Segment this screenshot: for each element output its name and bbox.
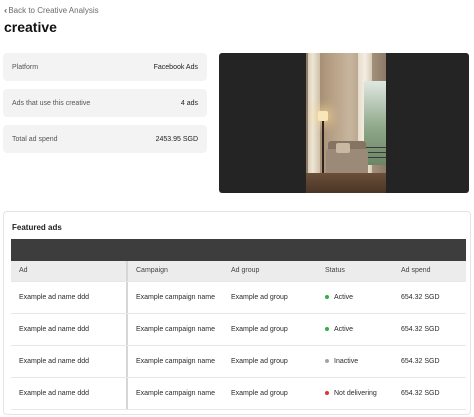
column-header-campaign[interactable]: Campaign	[128, 266, 223, 276]
table-row[interactable]: Example ad name ddd Example campaign nam…	[11, 314, 466, 346]
status-dot-icon	[325, 359, 329, 364]
status-cell: Not delivering	[317, 389, 393, 399]
table-row[interactable]: Example ad name ddd Example campaign nam…	[11, 378, 466, 410]
ad-name-cell: Example ad name ddd	[11, 282, 128, 313]
table-header-row: Ad Campaign Ad group Status Ad spend	[11, 261, 466, 282]
status-label: Not delivering	[334, 389, 377, 397]
status-cell: Active	[317, 325, 393, 335]
info-card-total-spend: Total ad spend 2453.95 SGD	[3, 125, 207, 153]
info-card-label: Total ad spend	[12, 135, 58, 143]
featured-ads-panel: Featured ads Ad Campaign Ad group Status…	[3, 211, 471, 415]
featured-ads-table: Ad Campaign Ad group Status Ad spend Exa…	[11, 261, 466, 410]
status-dot-icon	[325, 295, 329, 300]
ad-name-cell: Example ad name ddd	[11, 378, 128, 409]
info-card-label: Platform	[12, 63, 39, 71]
ad-group-cell: Example ad group	[231, 389, 288, 397]
status-dot-icon	[325, 391, 329, 396]
campaign-cell: Example campaign name	[136, 293, 215, 301]
back-link-label: Back to Creative Analysis	[8, 6, 99, 15]
ad-name-cell: Example ad name ddd	[11, 346, 128, 377]
info-card-platform: Platform Facebook Ads	[3, 53, 207, 81]
back-to-creative-analysis-link[interactable]: ‹‹ Back to Creative Analysis	[4, 6, 99, 15]
ad-group-cell: Example ad group	[231, 293, 288, 301]
creative-preview[interactable]	[219, 53, 469, 193]
info-card-value: 4 ads	[180, 99, 198, 107]
column-header-ad[interactable]: Ad	[11, 261, 128, 281]
ad-spend-cell: 654.32 SGD	[401, 293, 440, 301]
info-card-label: Ads that use this creative	[12, 99, 91, 107]
status-label: Active	[334, 293, 354, 301]
page-title: creative	[4, 19, 57, 35]
column-header-ad-spend[interactable]: Ad spend	[393, 266, 466, 276]
ad-name-cell: Example ad name ddd	[11, 314, 128, 345]
ad-spend-cell: 654.32 SGD	[401, 357, 440, 365]
campaign-cell: Example campaign name	[136, 357, 215, 365]
double-chevron-left-icon: ‹‹	[4, 6, 8, 15]
status-cell: Active	[317, 293, 393, 303]
campaign-cell: Example campaign name	[136, 325, 215, 333]
creative-image	[306, 53, 386, 193]
featured-ads-title: Featured ads	[12, 223, 62, 232]
ad-spend-cell: 654.32 SGD	[401, 389, 440, 397]
column-header-ad-group[interactable]: Ad group	[223, 266, 317, 276]
info-card-value: 2453.95 SGD	[155, 135, 198, 143]
campaign-cell: Example campaign name	[136, 389, 215, 397]
ad-spend-cell: 654.32 SGD	[401, 325, 440, 333]
status-cell: Inactive	[317, 357, 393, 367]
ad-group-cell: Example ad group	[231, 357, 288, 365]
status-dot-icon	[325, 327, 329, 332]
column-header-status[interactable]: Status	[317, 266, 393, 276]
table-row[interactable]: Example ad name ddd Example campaign nam…	[11, 346, 466, 378]
table-row[interactable]: Example ad name ddd Example campaign nam…	[11, 282, 466, 314]
info-card-ads-count: Ads that use this creative 4 ads	[3, 89, 207, 117]
table-toolbar	[11, 239, 466, 261]
status-label: Active	[334, 325, 354, 333]
status-label: Inactive	[334, 357, 359, 365]
ad-group-cell: Example ad group	[231, 325, 288, 333]
info-card-value: Facebook Ads	[153, 63, 198, 71]
